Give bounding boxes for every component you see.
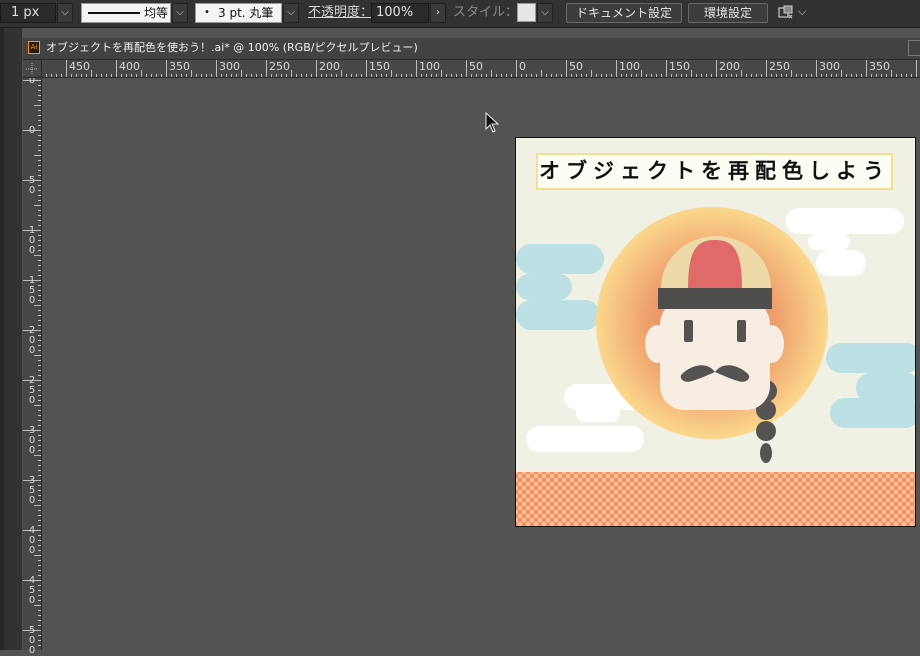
document-tab-title: オブジェクトを再配色を使おう！.ai* @ 100% (RGB/ピクセルプレビュ… bbox=[46, 41, 418, 54]
opacity-field[interactable]: 100% bbox=[371, 3, 429, 23]
h-ruler-label: 100 bbox=[419, 60, 440, 73]
ai-file-icon: Ai bbox=[28, 41, 40, 54]
chevron-down-icon: ⌵ bbox=[541, 7, 549, 18]
v-ruler-label: 4 0 0 bbox=[28, 525, 36, 556]
stroke-weight-value: 1 px bbox=[11, 5, 40, 20]
horizontal-ruler[interactable]: 450 400 350 300 250 200 150 100 50 0 50 100 150 200 25… bbox=[23, 60, 920, 78]
chevron-down-icon: ⌵ bbox=[287, 7, 295, 18]
opacity-value: 100% bbox=[376, 5, 414, 20]
right-eye bbox=[737, 320, 746, 342]
panel-divider bbox=[0, 28, 4, 650]
ruler-origin-corner[interactable] bbox=[23, 60, 42, 78]
chevron-down-icon[interactable]: ⌵ bbox=[798, 5, 810, 19]
v-ruler-label: 5 0 bbox=[28, 175, 36, 196]
v-ruler-label: 2 0 0 bbox=[28, 325, 36, 356]
h-ruler-label: 450 bbox=[69, 60, 90, 73]
v-ruler-label: 3 5 0 bbox=[28, 475, 36, 506]
h-ruler-label: 0 bbox=[519, 60, 526, 73]
brush-dot-icon: • bbox=[204, 7, 210, 18]
v-ruler-label: 1 5 0 bbox=[28, 275, 36, 306]
h-ruler-label: 200 bbox=[319, 60, 340, 73]
brush-label: 3 pt. 丸筆 bbox=[218, 6, 274, 20]
profile-dropdown-arrow[interactable]: ⌵ bbox=[172, 3, 188, 23]
blue-cloud-right bbox=[826, 343, 915, 428]
document-settings-label: ドキュメント設定 bbox=[575, 6, 672, 20]
h-ruler-label: 150 bbox=[669, 60, 690, 73]
h-ruler-label: 300 bbox=[219, 60, 240, 73]
v-ruler-label: 2 5 0 bbox=[28, 375, 36, 406]
control-bar: 1 px ⌵ 均等 ⌵ • 3 pt. 丸筆 ⌵ 不透明度： 100% › スタ… bbox=[0, 0, 920, 28]
hat-band bbox=[658, 288, 772, 309]
h-ruler-label: 350 bbox=[869, 60, 890, 73]
vertical-ruler[interactable]: 005 01 0 01 5 02 0 02 5 03 0 03 5 04 0 0… bbox=[23, 60, 42, 656]
document-settings-button[interactable]: ドキュメント設定 bbox=[566, 3, 682, 23]
profile-label: 均等 bbox=[144, 6, 169, 20]
stroke-weight-field[interactable]: 1 px bbox=[0, 3, 56, 23]
brush-dropdown-arrow[interactable]: ⌵ bbox=[283, 3, 299, 23]
blue-cloud-left bbox=[516, 244, 604, 330]
v-ruler-label: 0 bbox=[28, 125, 36, 136]
artwork-title-text: オブジェクトを再配色しよう bbox=[539, 159, 890, 183]
chevron-down-icon: ⌵ bbox=[176, 7, 184, 18]
stroke-weight-dropdown[interactable]: ⌵ bbox=[57, 3, 73, 23]
h-ruler-label: 300 bbox=[819, 60, 840, 73]
style-dropdown-arrow[interactable]: ⌵ bbox=[537, 3, 553, 23]
h-ruler-label: 50 bbox=[469, 60, 483, 73]
chevron-down-icon: ⌵ bbox=[61, 7, 69, 18]
h-ruler-label: 50 bbox=[569, 60, 583, 73]
arrow-pointer-icon bbox=[485, 111, 501, 134]
preferences-label: 環境設定 bbox=[703, 6, 752, 20]
brush-definition-dropdown[interactable]: • 3 pt. 丸筆 bbox=[195, 3, 282, 23]
v-ruler-label: 4 5 0 bbox=[28, 575, 36, 606]
hexagon-pattern-band[interactable] bbox=[516, 472, 915, 526]
v-ruler-label: 3 0 0 bbox=[28, 425, 36, 456]
h-ruler-label: 200 bbox=[719, 60, 740, 73]
variable-width-profile-dropdown[interactable]: 均等 bbox=[81, 3, 171, 23]
arrange-documents-icon[interactable] bbox=[777, 4, 795, 22]
h-ruler-label: 150 bbox=[369, 60, 390, 73]
h-ruler-label: 400 bbox=[119, 60, 140, 73]
preferences-button[interactable]: 環境設定 bbox=[688, 3, 768, 23]
v-ruler-label: 5 0 0 bbox=[28, 625, 36, 656]
opacity-expand-arrow[interactable]: › bbox=[430, 3, 446, 23]
h-ruler-label: 250 bbox=[769, 60, 790, 73]
left-eye bbox=[684, 320, 693, 342]
h-ruler-label: 250 bbox=[269, 60, 290, 73]
h-ruler-label: 350 bbox=[169, 60, 190, 73]
ai-file-icon-label: Ai bbox=[30, 43, 38, 51]
v-ruler-label: 1 0 0 bbox=[28, 225, 36, 256]
graphic-style-swatch[interactable] bbox=[517, 3, 536, 22]
face bbox=[660, 300, 770, 410]
profile-stroke-preview bbox=[88, 12, 140, 14]
opacity-label[interactable]: 不透明度： bbox=[308, 4, 373, 22]
tab-edge bbox=[908, 40, 920, 56]
chevron-right-icon: › bbox=[436, 7, 440, 18]
h-ruler-label: 100 bbox=[619, 60, 640, 73]
style-label: スタイル： bbox=[453, 5, 519, 20]
